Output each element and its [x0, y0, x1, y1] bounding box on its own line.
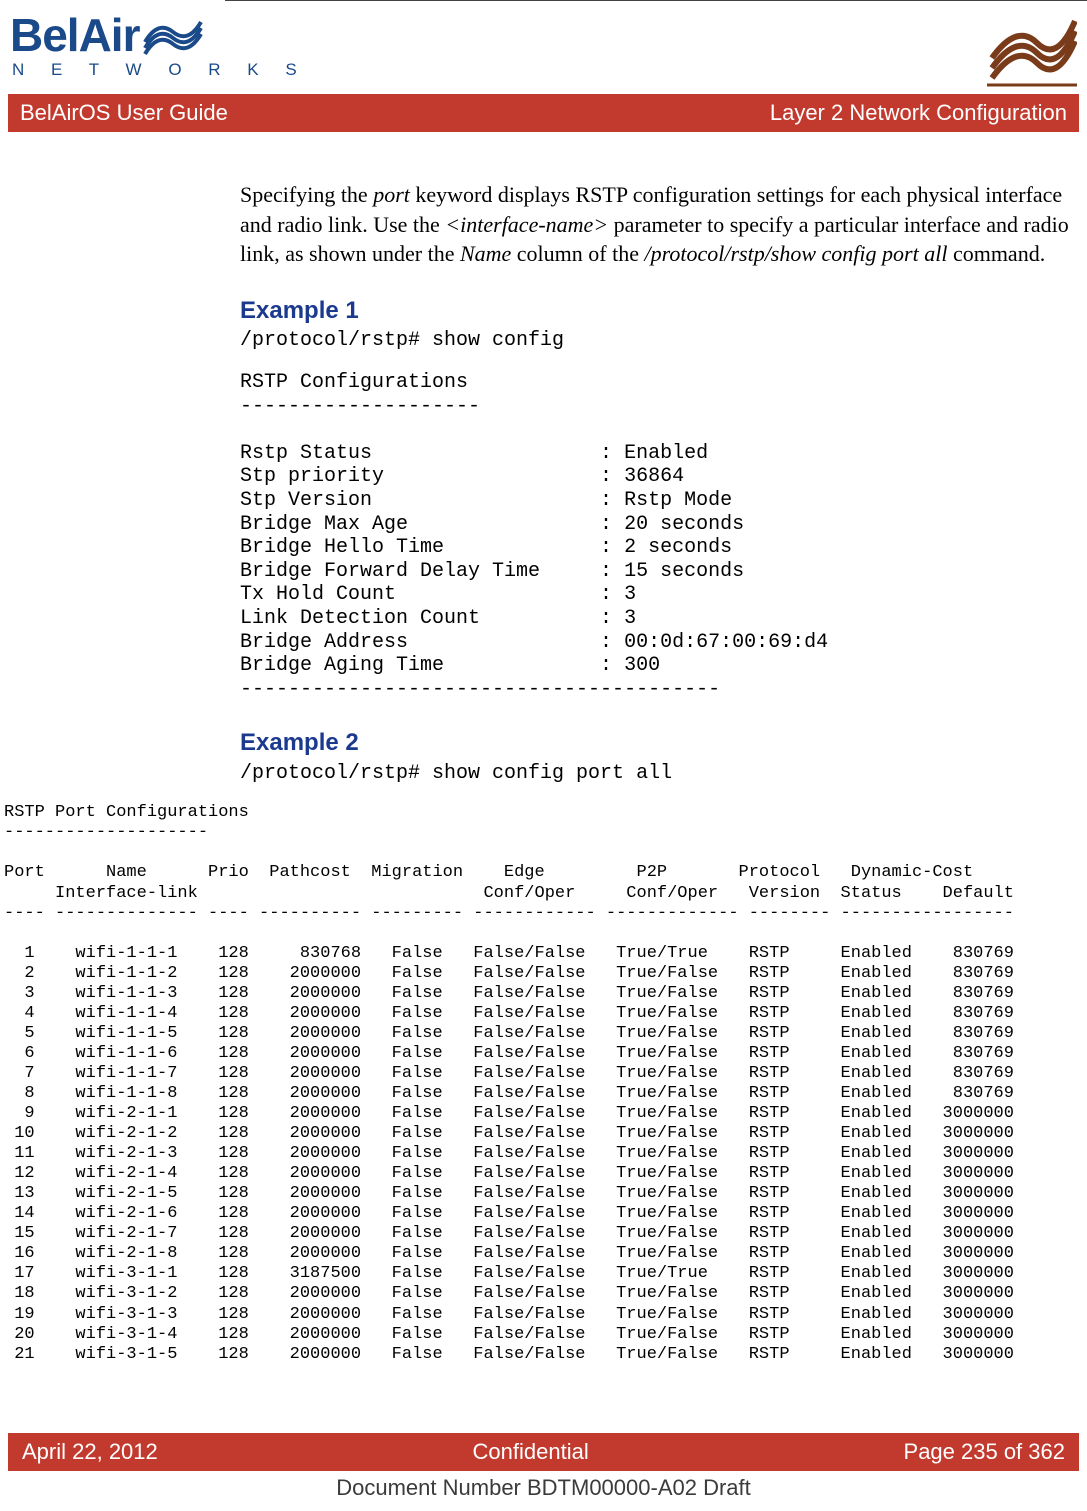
footer-page: Page 235 of 362: [904, 1439, 1065, 1465]
section-title: Layer 2 Network Configuration: [770, 100, 1067, 126]
corner-wave-icon: [987, 13, 1077, 88]
intro-paragraph: Specifying the port keyword displays RST…: [240, 180, 1075, 269]
brand-subtitle: N E T W O R K S: [12, 60, 308, 80]
title-bar: BelAirOS User Guide Layer 2 Network Conf…: [8, 94, 1079, 132]
example2-command: /protocol/rstp# show config port all: [240, 762, 1075, 786]
document-number: Document Number BDTM00000-A02 Draft: [0, 1475, 1087, 1501]
brand-logo: BelAir N E T W O R K S: [10, 8, 308, 80]
brand-name: BelAir: [10, 8, 139, 62]
footer-date: April 22, 2012: [22, 1439, 158, 1465]
footer-confidential: Confidential: [473, 1439, 589, 1465]
example2-heading: Example 2: [240, 727, 1075, 759]
example1-heading: Example 1: [240, 295, 1075, 327]
footer-bar: April 22, 2012 Confidential Page 235 of …: [8, 1433, 1079, 1471]
rstp-port-table: RSTP Port Configurations ---------------…: [0, 785, 1087, 1364]
page-header: BelAir N E T W O R K S: [0, 0, 1087, 88]
guide-title: BelAirOS User Guide: [20, 100, 228, 126]
example1-command: /protocol/rstp# show config: [240, 329, 1075, 353]
wave-icon: [143, 18, 203, 56]
example1-output: RSTP Configurations --------------------…: [240, 371, 1075, 701]
